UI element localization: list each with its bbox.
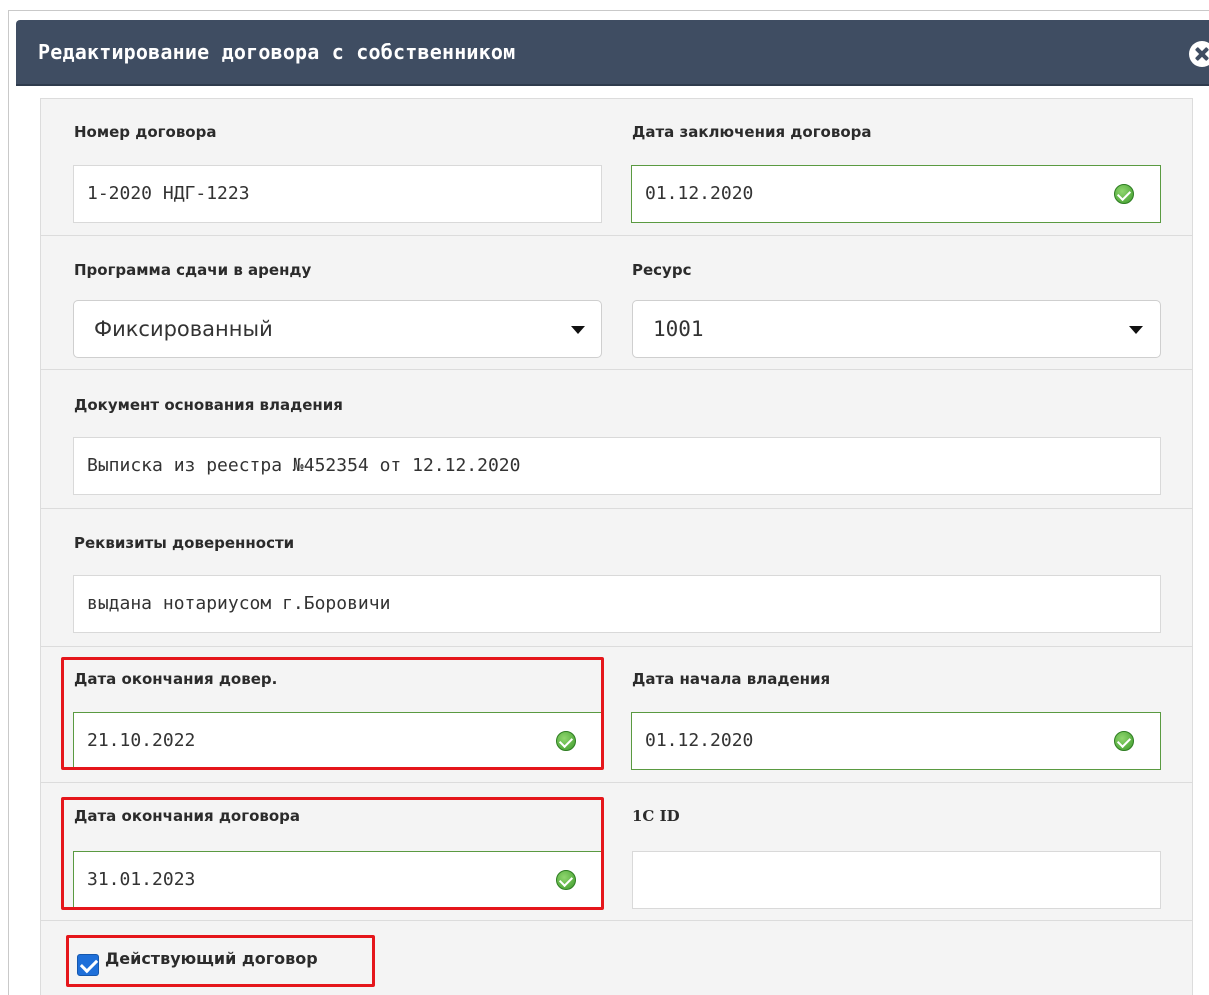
ownership-doc-input[interactable]: Выписка из реестра №452354 от 12.12.2020 bbox=[73, 437, 1161, 495]
dialog-title: Редактирование договора с собственником bbox=[38, 40, 516, 64]
contract-date-value: 01.12.2020 bbox=[645, 183, 754, 204]
onec-id-label: 1C ID bbox=[632, 807, 680, 825]
ownership-start-label: Дата начала владения bbox=[632, 670, 831, 688]
row-divider bbox=[41, 369, 1192, 370]
rental-program-label: Программа сдачи в аренду bbox=[74, 261, 312, 279]
contract-date-label: Дата заключения договора bbox=[632, 123, 872, 141]
rental-program-value: Фиксированный bbox=[94, 317, 273, 341]
dialog-titlebar: Редактирование договора с собственником bbox=[16, 20, 1209, 86]
poa-end-date-label: Дата окончания довер. bbox=[74, 670, 278, 688]
row-divider bbox=[41, 646, 1192, 647]
close-icon[interactable] bbox=[1189, 41, 1209, 67]
resource-value: 1001 bbox=[653, 317, 704, 341]
contract-end-date-label: Дата окончания договора bbox=[74, 807, 301, 825]
valid-check-icon bbox=[1114, 184, 1134, 204]
ownership-start-input[interactable]: 01.12.2020 bbox=[631, 712, 1161, 770]
row-divider bbox=[41, 235, 1192, 236]
row-divider bbox=[41, 782, 1192, 783]
chevron-down-icon bbox=[571, 326, 585, 334]
contract-number-input[interactable]: 1-2020 НДГ-1223 bbox=[73, 165, 602, 223]
valid-check-icon bbox=[556, 870, 576, 890]
poa-end-date-input[interactable]: 21.10.2022 bbox=[73, 712, 602, 770]
valid-check-icon bbox=[1114, 731, 1134, 751]
contract-end-date-input[interactable]: 31.01.2023 bbox=[73, 851, 602, 909]
poa-end-date-value: 21.10.2022 bbox=[87, 730, 196, 751]
ownership-start-value: 01.12.2020 bbox=[645, 730, 754, 751]
resource-label: Ресурс bbox=[632, 261, 692, 279]
valid-check-icon bbox=[556, 731, 576, 751]
rental-program-select[interactable]: Фиксированный bbox=[73, 300, 602, 358]
contract-date-input[interactable]: 01.12.2020 bbox=[631, 165, 1161, 223]
row-divider bbox=[41, 508, 1192, 509]
chevron-down-icon bbox=[1129, 326, 1143, 334]
ownership-doc-label: Документ основания владения bbox=[74, 396, 343, 414]
poa-details-input[interactable]: выдана нотариусом г.Боровичи bbox=[73, 575, 1161, 633]
contract-number-label: Номер договора bbox=[74, 123, 217, 141]
active-contract-checkbox[interactable] bbox=[77, 954, 99, 976]
resource-select[interactable]: 1001 bbox=[632, 300, 1161, 358]
poa-details-label: Реквизиты доверенности bbox=[74, 534, 295, 552]
onec-id-input[interactable] bbox=[632, 851, 1161, 909]
contract-end-date-value: 31.01.2023 bbox=[87, 869, 196, 890]
row-divider bbox=[41, 920, 1192, 921]
active-contract-label: Действующий договор bbox=[105, 949, 318, 968]
